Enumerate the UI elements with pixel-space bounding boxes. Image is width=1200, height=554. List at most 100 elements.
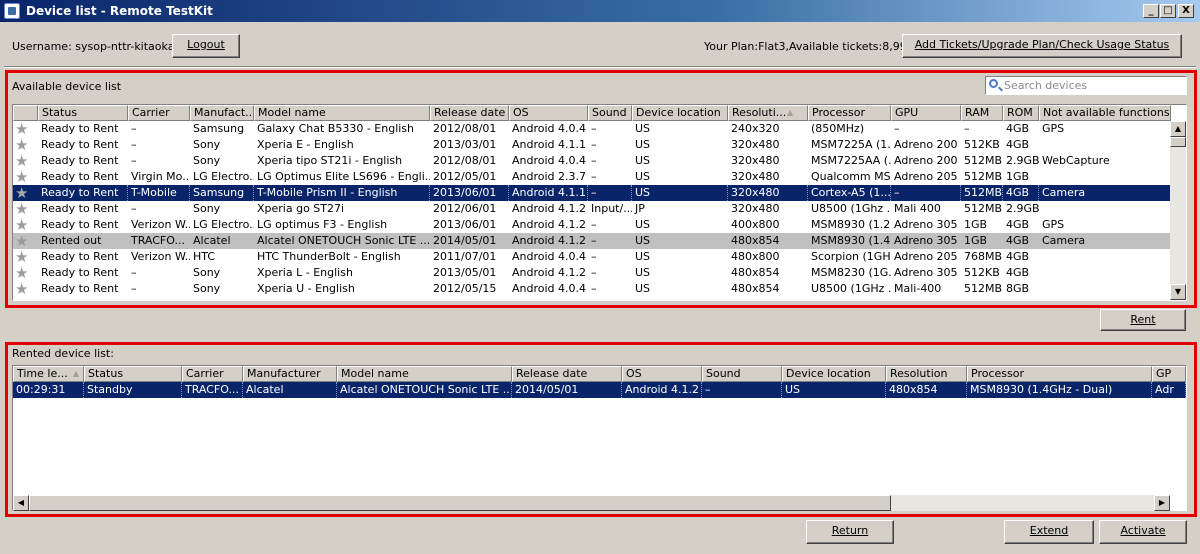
available-col-header[interactable]: Model name bbox=[254, 105, 430, 121]
favorite-star-icon[interactable]: ★ bbox=[15, 169, 28, 185]
rented-col-header[interactable]: Release date bbox=[512, 366, 622, 382]
available-table-row[interactable]: ★ Ready to Rent – Sony Xperia tipo ST21i - E… bbox=[13, 153, 1171, 169]
rented-hscroll[interactable]: ◀ ▶ bbox=[13, 495, 1170, 511]
available-table-row[interactable]: ★ Ready to Rent – Sony Xperia L - English 201… bbox=[13, 265, 1171, 281]
available-col-header[interactable]: Device location bbox=[632, 105, 728, 121]
available-cell-gpu: – bbox=[894, 122, 900, 135]
available-cell-ram: 1GB bbox=[964, 218, 988, 231]
rented-col-header[interactable]: Status bbox=[84, 366, 182, 382]
scroll-right-arrow-icon[interactable]: ▶ bbox=[1154, 495, 1170, 511]
available-cell-release: 2012/08/01 bbox=[433, 154, 497, 167]
available-cell-release: 2012/05/15 bbox=[433, 282, 497, 295]
available-cell-processor: MSM8930 (1.4... bbox=[811, 234, 891, 247]
search-box[interactable] bbox=[985, 76, 1187, 95]
available-col-header[interactable]: Resoluti... bbox=[728, 105, 808, 121]
available-table-row[interactable]: ★ Ready to Rent – Sony Xperia U - English 201… bbox=[13, 281, 1171, 297]
scroll-up-arrow-icon[interactable]: ▲ bbox=[1170, 121, 1186, 137]
available-cell-os: Android 4.1.2 bbox=[512, 202, 587, 215]
activate-button[interactable]: Activate bbox=[1099, 520, 1187, 544]
available-cell-gpu: Mali-400 bbox=[894, 282, 942, 295]
rented-col-header[interactable]: OS bbox=[622, 366, 702, 382]
available-table-row[interactable]: ★ Ready to Rent Virgin Mo... LG Electro... L… bbox=[13, 169, 1171, 185]
available-cell-status: Ready to Rent bbox=[41, 266, 119, 279]
rented-col-header[interactable]: Manufacturer bbox=[243, 366, 337, 382]
available-cell-na: Camera bbox=[1039, 185, 1171, 201]
available-table-row[interactable]: ★ Ready to Rent – Sony Xperia E - English 201… bbox=[13, 137, 1171, 153]
available-table-row[interactable]: ★ Ready to Rent T-Mobile Samsung T-Mobile Pr… bbox=[13, 185, 1171, 201]
logout-button[interactable]: Logout bbox=[172, 34, 240, 58]
rented-col-header[interactable]: Carrier bbox=[182, 366, 243, 382]
rent-button[interactable]: Rent bbox=[1100, 309, 1186, 331]
scroll-left-arrow-icon[interactable]: ◀ bbox=[13, 495, 29, 511]
available-col-header[interactable]: ROM bbox=[1003, 105, 1039, 121]
available-table-row[interactable]: ★ Ready to Rent – Sony Xperia go ST27i 2012/0… bbox=[13, 201, 1171, 217]
favorite-star-icon[interactable]: ★ bbox=[15, 153, 28, 169]
available-cell-resolution: 480x854 bbox=[731, 234, 780, 247]
favorite-star-icon[interactable]: ★ bbox=[15, 121, 28, 137]
available-cell-manufacturer: LG Electro... bbox=[193, 170, 254, 183]
available-table-row[interactable]: ★ Rented out TRACFO... Alcatel Alcatel ONETO… bbox=[13, 233, 1171, 249]
rented-col-header[interactable]: Processor bbox=[967, 366, 1152, 382]
available-cell-status: Ready to Rent bbox=[41, 154, 119, 167]
scroll-thumb-horizontal[interactable] bbox=[29, 495, 891, 511]
search-input[interactable] bbox=[1004, 78, 1184, 93]
available-cell-na: GPS bbox=[1042, 218, 1065, 231]
available-cell-os: Android 4.1.1 bbox=[512, 138, 587, 151]
available-cell-rom: 4GB bbox=[1006, 122, 1030, 135]
available-cell-carrier: TRACFO... bbox=[131, 234, 185, 247]
available-cell-processor: MSM7225AA (... bbox=[811, 154, 891, 167]
available-cell-location: US bbox=[635, 266, 651, 279]
favorite-star-icon[interactable]: ★ bbox=[15, 185, 28, 201]
available-cell-sound: – bbox=[591, 218, 597, 231]
rented-table-row[interactable]: 00:29:31 Standby TRACFO... Alcatel Alcatel O… bbox=[13, 382, 1186, 398]
rented-col-header[interactable]: Sound bbox=[702, 366, 782, 382]
favorite-star-icon[interactable]: ★ bbox=[15, 201, 28, 217]
favorite-star-icon[interactable]: ★ bbox=[15, 281, 28, 297]
available-cell-release: 2012/05/01 bbox=[433, 170, 497, 183]
available-col-header[interactable] bbox=[13, 105, 38, 121]
maximize-button[interactable]: □ bbox=[1160, 4, 1176, 18]
available-col-header[interactable]: RAM bbox=[961, 105, 1003, 121]
rented-col-header[interactable]: Model name bbox=[337, 366, 512, 382]
available-cell-manufacturer: Sony bbox=[193, 266, 221, 279]
rented-device-list[interactable]: Time le... Status Carrier Manufacturer Model… bbox=[12, 365, 1187, 511]
available-col-header[interactable]: Status bbox=[38, 105, 128, 121]
rented-col-header[interactable]: GP bbox=[1152, 366, 1186, 382]
available-device-list[interactable]: Status Carrier Manufact... Model name Releas… bbox=[12, 104, 1187, 301]
return-button[interactable]: Return bbox=[806, 520, 894, 544]
close-button[interactable]: X bbox=[1178, 4, 1194, 18]
available-cell-gpu: Adreno 305 bbox=[894, 266, 958, 279]
rented-cell-status: Standby bbox=[84, 382, 182, 398]
rented-col-header[interactable]: Device location bbox=[782, 366, 886, 382]
minimize-button[interactable]: _ bbox=[1143, 4, 1159, 18]
available-col-header[interactable]: Manufact... bbox=[190, 105, 254, 121]
available-table-row[interactable]: ★ Ready to Rent Verizon W... HTC HTC Thunder… bbox=[13, 249, 1171, 265]
available-col-header[interactable]: Carrier bbox=[128, 105, 190, 121]
available-col-header[interactable]: Processor bbox=[808, 105, 891, 121]
favorite-star-icon[interactable]: ★ bbox=[15, 217, 28, 233]
available-col-header[interactable]: GPU bbox=[891, 105, 961, 121]
title-bar[interactable]: Device list - Remote TestKit _ □ X bbox=[0, 0, 1200, 22]
add-tickets-button[interactable]: Add Tickets/Upgrade Plan/Check Usage Sta… bbox=[902, 34, 1182, 58]
available-col-header[interactable]: Release date bbox=[430, 105, 509, 121]
scroll-down-arrow-icon[interactable]: ▼ bbox=[1170, 284, 1186, 300]
favorite-star-icon[interactable]: ★ bbox=[15, 265, 28, 281]
available-col-header[interactable]: Not available functions bbox=[1039, 105, 1171, 121]
available-table-row[interactable]: ★ Ready to Rent Verizon W... LG Electro... L… bbox=[13, 217, 1171, 233]
available-col-header[interactable]: Sound bbox=[588, 105, 632, 121]
available-cell-sound: – bbox=[591, 250, 597, 263]
favorite-star-icon[interactable]: ★ bbox=[15, 249, 28, 265]
scroll-thumb[interactable] bbox=[1170, 137, 1186, 147]
available-cell-na bbox=[1039, 169, 1171, 185]
favorite-star-icon[interactable]: ★ bbox=[15, 137, 28, 153]
available-table-row[interactable]: ★ Ready to Rent – Samsung Galaxy Chat B5330 … bbox=[13, 121, 1171, 137]
extend-button[interactable]: Extend bbox=[1004, 520, 1094, 544]
available-cell-resolution: 320x480 bbox=[731, 138, 780, 151]
favorite-star-icon[interactable]: ★ bbox=[15, 233, 28, 249]
available-cell-na bbox=[1039, 265, 1171, 281]
available-col-header[interactable]: OS bbox=[509, 105, 588, 121]
available-vscroll[interactable]: ▲ ▼ bbox=[1170, 121, 1186, 300]
rented-col-header[interactable]: Resolution bbox=[886, 366, 967, 382]
available-cell-rom: 4GB bbox=[1006, 266, 1030, 279]
available-list-header: Status Carrier Manufact... Model name Releas… bbox=[13, 105, 1171, 121]
